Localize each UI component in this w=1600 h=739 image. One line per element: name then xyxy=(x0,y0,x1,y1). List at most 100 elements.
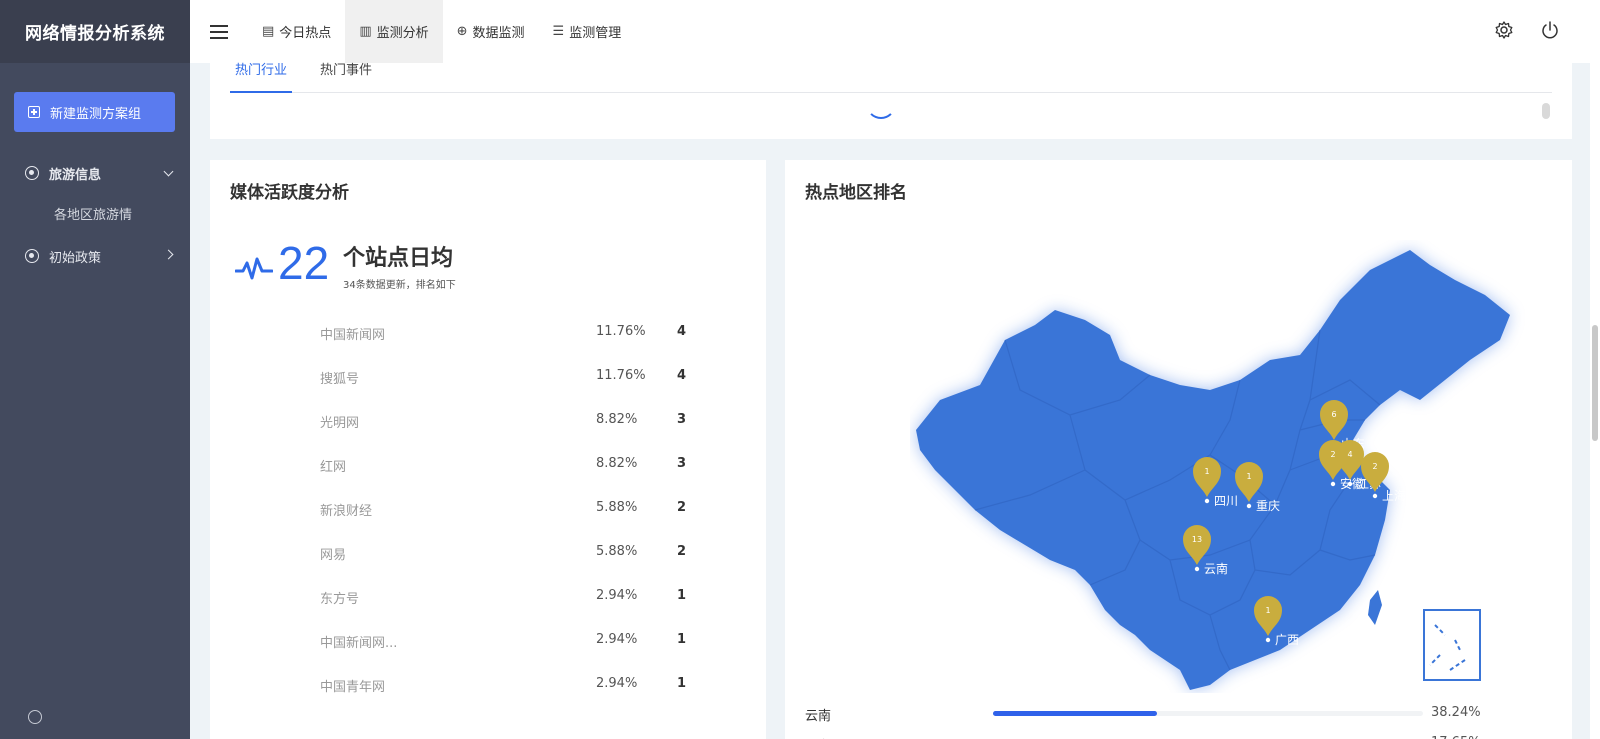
media-name: 东方号 xyxy=(320,592,360,607)
media-name: 红网 xyxy=(320,460,347,475)
marker-count: 1 xyxy=(1246,472,1251,481)
media-name: 中国新闻网... xyxy=(320,636,398,651)
progress-fill xyxy=(993,711,1158,716)
table-icon: ▤ xyxy=(262,24,275,39)
hot-tabs-panel: 热门行业 热门事件 xyxy=(210,63,1572,139)
china-map: 6山东1四川1重庆2安徽4江苏2上海13云南1广西 xyxy=(916,250,1510,690)
media-name: 网易 xyxy=(320,548,347,563)
region-name: 云南 xyxy=(805,709,832,724)
media-percent: 2.94% xyxy=(596,632,638,647)
tab-label: 监测分析 xyxy=(376,26,429,41)
media-row: 新浪财经 5.88% 2 xyxy=(210,500,766,520)
media-count: 1 xyxy=(677,588,687,603)
marker-label: 四川 xyxy=(1214,494,1238,508)
sidebar-subitem-regional-travel[interactable]: 各地区旅游情 xyxy=(54,204,132,223)
marker-dot xyxy=(1194,566,1200,572)
gear-icon[interactable] xyxy=(1494,20,1514,40)
card-title: 热点地区排名 xyxy=(805,183,907,203)
chevron-down-icon xyxy=(163,166,174,177)
media-name: 中国青年网 xyxy=(320,680,386,695)
marker-dot xyxy=(1372,493,1378,499)
app-title: 网络情报分析系统 xyxy=(0,0,190,63)
sidebar-item-label: 初始政策 xyxy=(49,250,102,266)
update-description: 34条数据更新，排名如下 xyxy=(343,280,456,291)
card-title: 媒体活跃度分析 xyxy=(230,183,349,203)
marker-count: 2 xyxy=(1330,450,1335,459)
media-row: 光明网 8.82% 3 xyxy=(210,412,766,432)
marker-count: 4 xyxy=(1347,450,1352,459)
plus-icon xyxy=(28,106,40,118)
marker-label: 重庆 xyxy=(1256,499,1280,513)
media-percent: 5.88% xyxy=(596,544,638,559)
media-percent: 11.76% xyxy=(596,368,646,383)
tab-monitor-manage[interactable]: ☰ 监测管理 xyxy=(539,0,636,63)
marker-count: 13 xyxy=(1192,535,1202,544)
marker-label: 上海 xyxy=(1382,488,1406,503)
media-count: 1 xyxy=(677,676,687,691)
region-ranking-list: 云南 38.24% 山东 17.65% xyxy=(785,693,1572,739)
media-count: 3 xyxy=(677,456,687,471)
media-percent: 8.82% xyxy=(596,412,638,427)
tab-label: 监测管理 xyxy=(569,26,622,41)
media-count: 2 xyxy=(677,500,687,515)
media-percent: 11.76% xyxy=(596,324,646,339)
marker-dot xyxy=(1246,503,1252,509)
media-count: 3 xyxy=(677,412,687,427)
list-icon: ☰ xyxy=(552,24,565,39)
marker-count: 2 xyxy=(1372,462,1377,471)
region-name: 山东 xyxy=(805,735,831,739)
media-name: 新浪财经 xyxy=(320,504,373,519)
media-row: 中国新闻网... 2.94% 1 xyxy=(210,632,766,652)
marker-dot xyxy=(1265,637,1271,643)
media-row: 网易 5.88% 2 xyxy=(210,544,766,564)
media-count: 1 xyxy=(677,632,687,647)
scrollbar-thumb[interactable] xyxy=(1592,325,1598,441)
crosshair-icon: ⊕ xyxy=(456,24,468,39)
marker-dot xyxy=(1330,481,1336,487)
chevron-right-icon xyxy=(163,249,174,260)
tab-label: 今日热点 xyxy=(279,26,332,41)
marker-label: 云南 xyxy=(1204,561,1228,576)
marker-count: 1 xyxy=(1265,606,1270,615)
site-count-unit: 个站点日均 xyxy=(343,246,454,271)
tab-hot-industry[interactable]: 热门行业 xyxy=(230,63,293,93)
sidebar-item-label: 旅游信息 xyxy=(49,167,102,183)
media-row: 中国新闻网 11.76% 4 xyxy=(210,324,766,344)
new-monitor-group-button[interactable]: 新建监测方案组 xyxy=(14,92,175,132)
marker-dot xyxy=(1204,498,1210,504)
page-scrollbar[interactable] xyxy=(1590,63,1600,739)
progress-track xyxy=(993,711,1423,716)
media-activity-card: 媒体活跃度分析 22 个站点日均 34条数据更新，排名如下 中国新闻网 11.76… xyxy=(210,160,766,739)
radio-circle-icon xyxy=(25,249,39,263)
region-percent: 38.24% xyxy=(1431,705,1481,720)
media-name: 搜狐号 xyxy=(320,372,360,387)
new-monitor-group-label: 新建监测方案组 xyxy=(50,106,142,122)
collapse-icon[interactable] xyxy=(28,710,42,724)
loading-spinner-icon xyxy=(866,89,896,119)
tab-label: 数据监测 xyxy=(472,26,525,41)
hot-region-card: 热点地区排名 6山东1四川1重庆2安徽4江苏2上海13云南1广西 云南38.24… xyxy=(785,160,1572,739)
tab-today-hot[interactable]: ▤ 今日热点 xyxy=(248,0,345,63)
hot-tabs: 热门行业 热门事件 xyxy=(230,63,1552,93)
radio-circle-icon xyxy=(25,166,39,180)
inner-scrollbar[interactable] xyxy=(1542,103,1550,119)
media-row: 搜狐号 11.76% 4 xyxy=(210,368,766,388)
region-percent: 17.65% xyxy=(1431,735,1481,739)
marker-label: 广西 xyxy=(1275,633,1299,647)
bar-chart-icon: ▥ xyxy=(359,24,372,39)
tab-monitor-analysis[interactable]: ▥ 监测分析 xyxy=(345,0,443,63)
hamburger-menu-icon[interactable] xyxy=(190,0,248,63)
site-count: 22 xyxy=(278,237,330,289)
marker-dot xyxy=(1347,481,1353,487)
sidebar-item-initial-policy[interactable]: 初始政策 xyxy=(0,241,190,271)
media-percent: 5.88% xyxy=(596,500,638,515)
media-percent: 8.82% xyxy=(596,456,638,471)
marker-count: 1 xyxy=(1204,467,1209,476)
tab-data-monitor[interactable]: ⊕ 数据监测 xyxy=(443,0,539,63)
region-rank-row: 山东 17.65% xyxy=(805,735,1545,739)
media-name: 中国新闻网 xyxy=(320,328,386,343)
power-icon[interactable] xyxy=(1540,20,1560,40)
marker-count: 6 xyxy=(1331,410,1336,419)
tab-hot-events[interactable]: 热门事件 xyxy=(320,63,372,93)
sidebar-item-travel-info[interactable]: 旅游信息 xyxy=(0,158,190,188)
